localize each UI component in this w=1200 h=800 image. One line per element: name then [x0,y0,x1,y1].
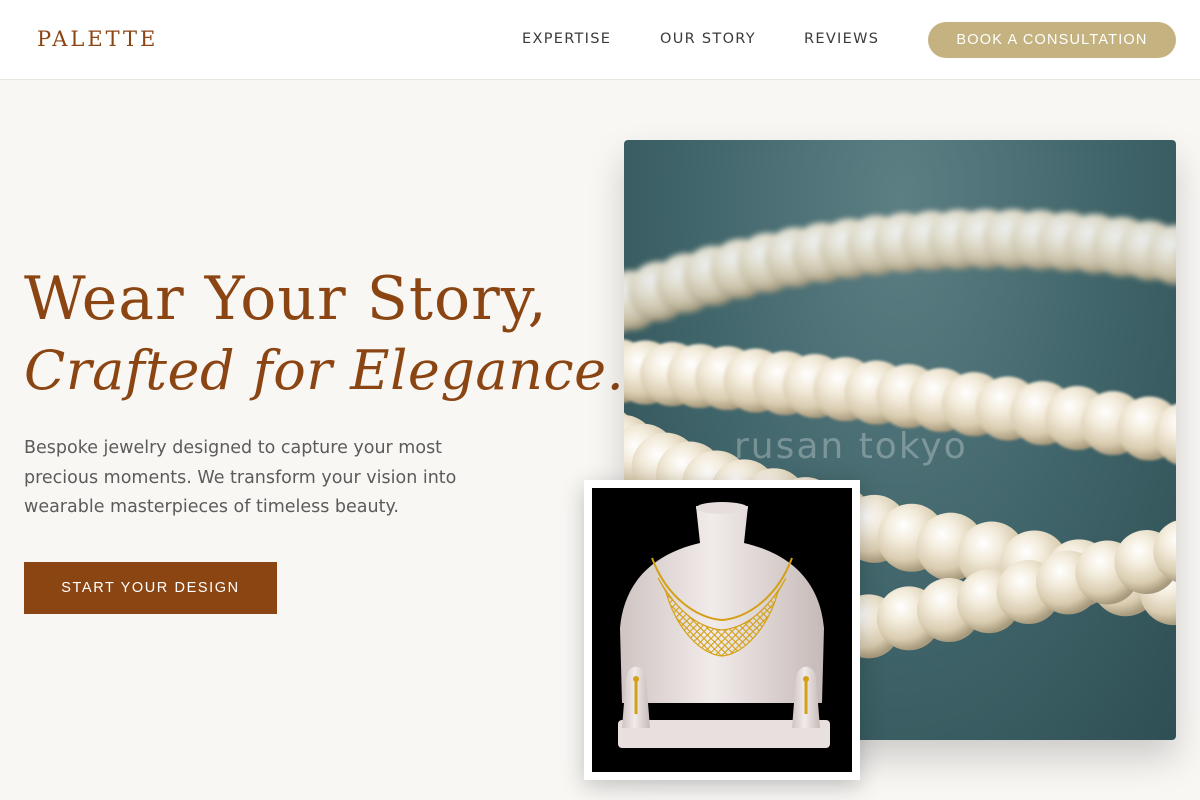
nav-link-our-story[interactable]: OUR STORY [660,31,756,47]
necklace-illustration [618,502,830,748]
hero-description: Bespoke jewelry designed to capture your… [24,438,457,517]
hero-title-line-1: Wear Your Story, [24,264,548,334]
site-header: PALETTE EXPERTISE OUR STORY REVIEWS BOOK… [0,0,1200,80]
brand-logo[interactable]: PALETTE [37,27,158,51]
image-watermark: rusan tokyo [734,426,968,467]
book-consultation-button[interactable]: BOOK A CONSULTATION [928,22,1176,58]
necklace-photo-card [584,480,860,780]
hero-title: Wear Your Story, Crafted for Elegance. [24,263,624,407]
start-design-button[interactable]: START YOUR DESIGN [24,562,277,614]
necklace-image [592,488,852,772]
hero-title-line-2: Crafted for Elegance. [24,339,625,402]
nav-link-expertise[interactable]: EXPERTISE [522,31,611,47]
nav-link-reviews[interactable]: REVIEWS [804,31,879,47]
